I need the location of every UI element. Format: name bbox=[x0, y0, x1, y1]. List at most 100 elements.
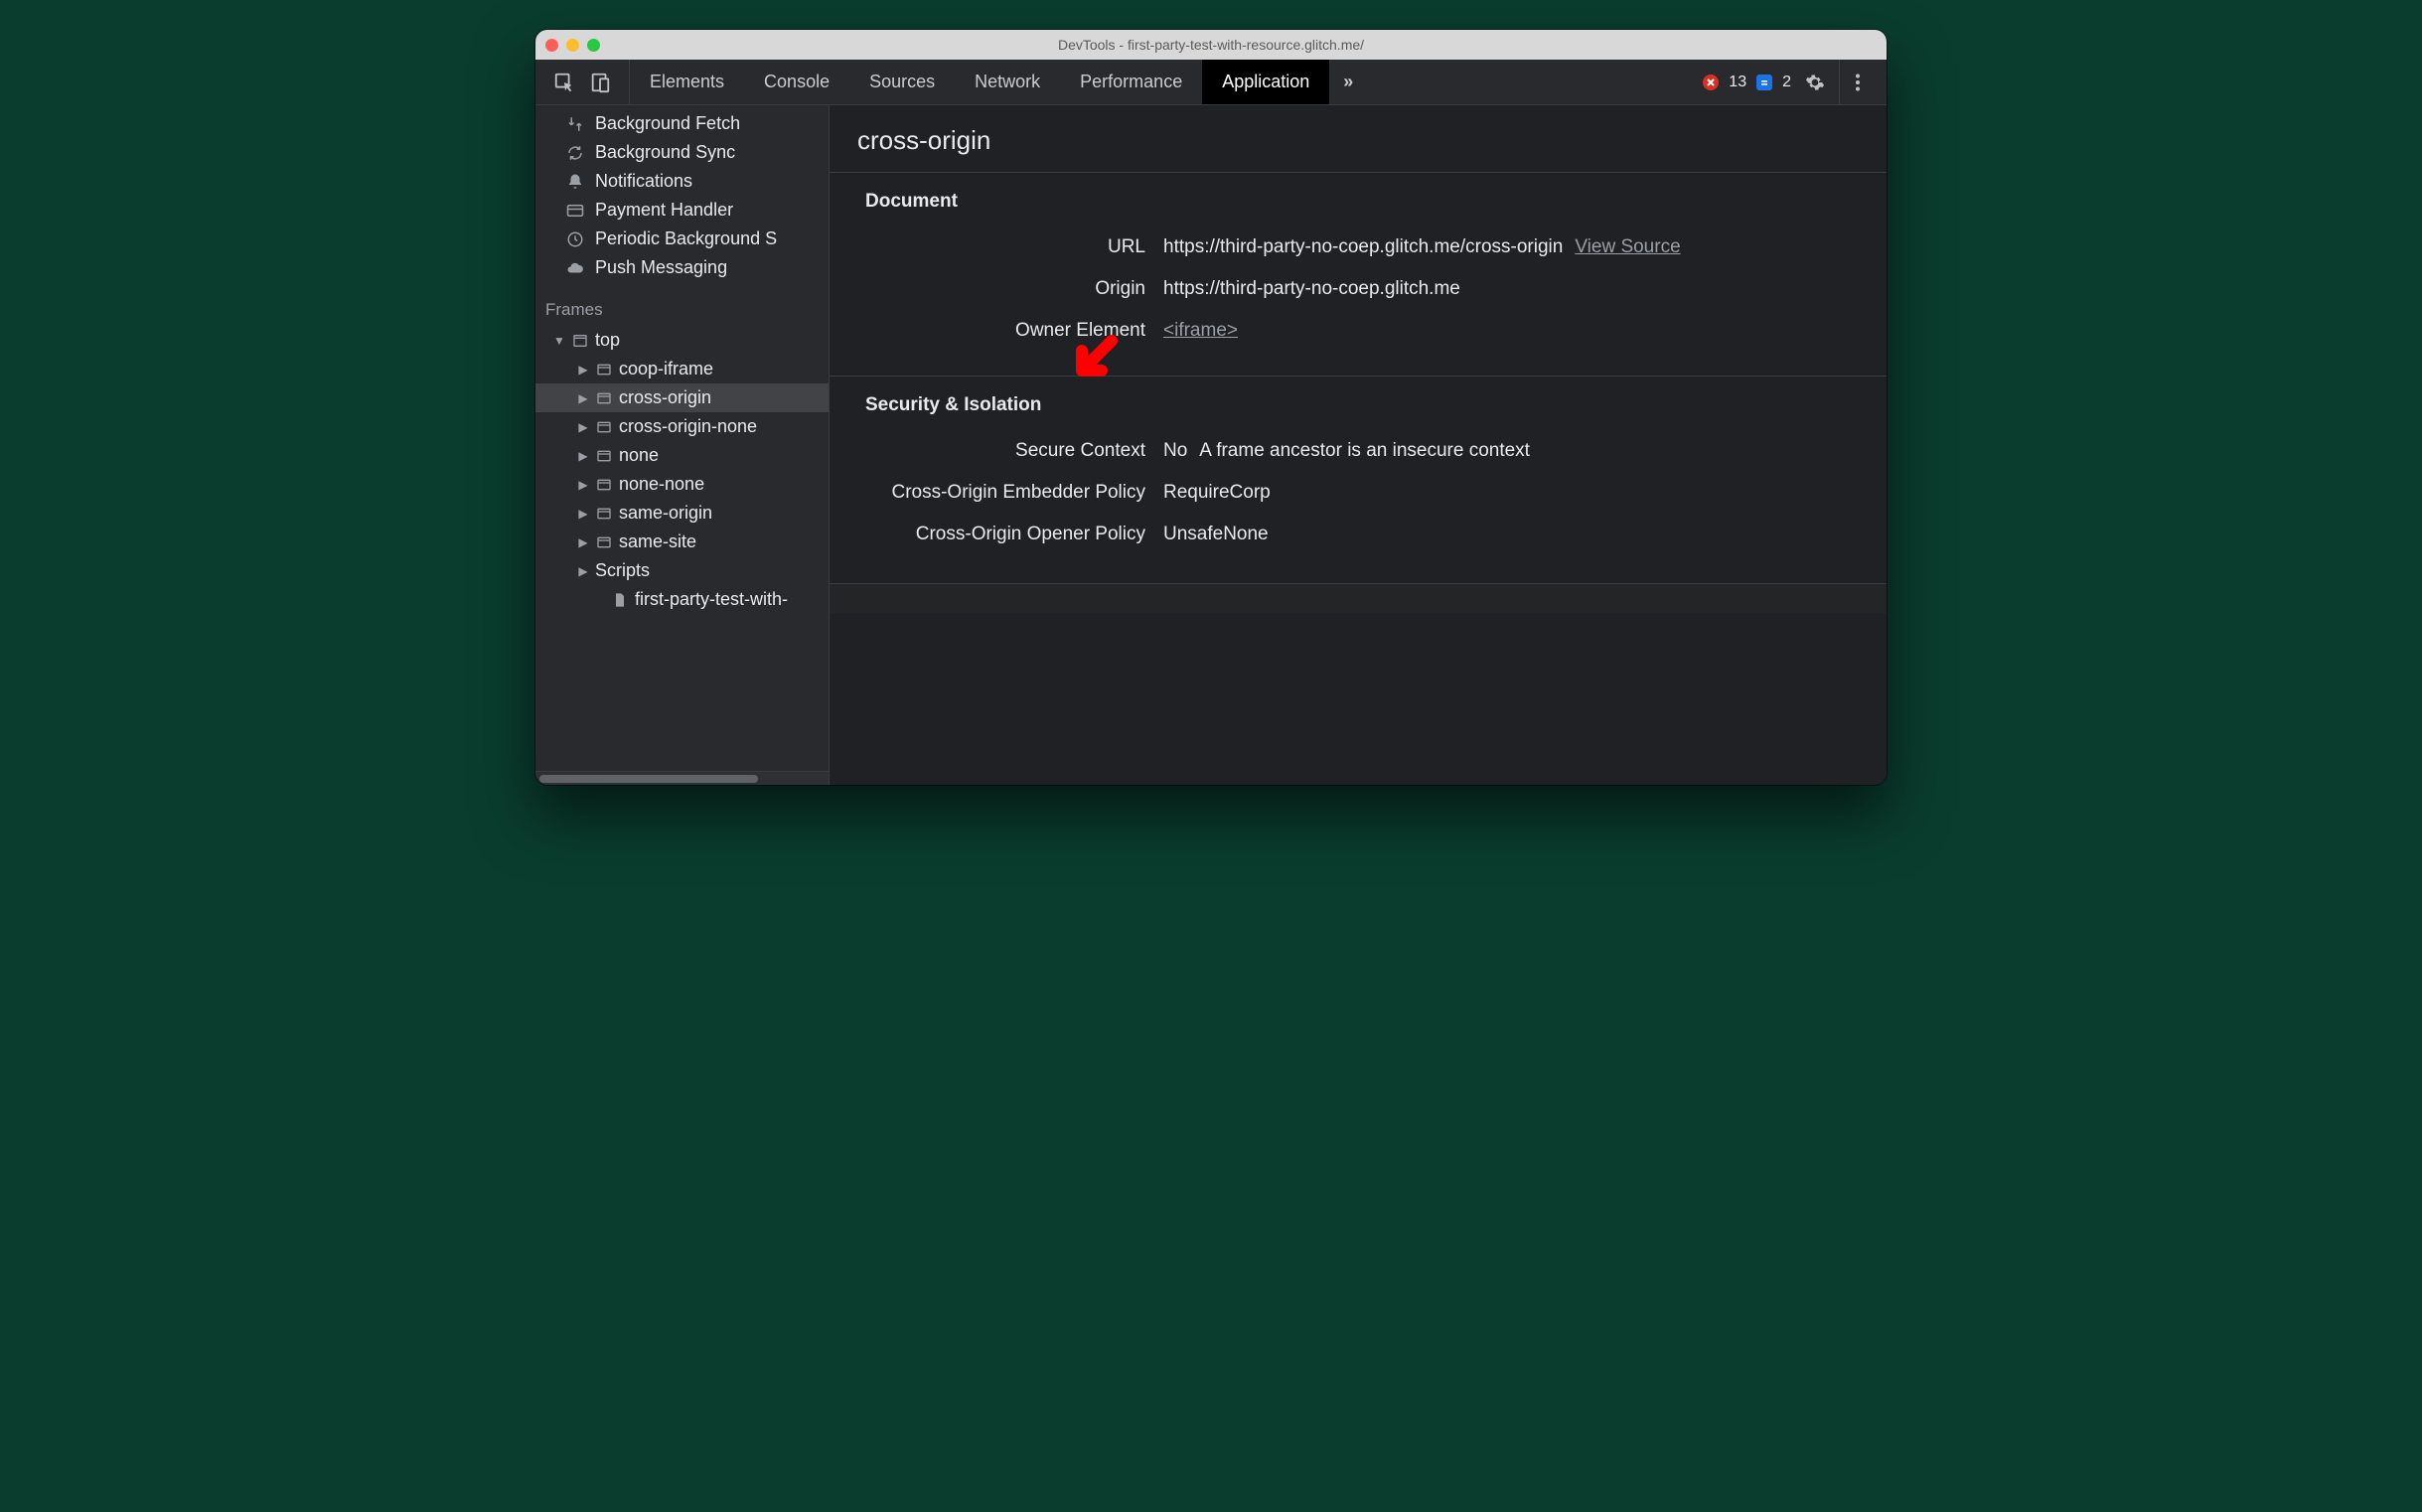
frame-node-same-site[interactable]: ▶ same-site bbox=[535, 528, 829, 556]
bell-icon bbox=[565, 172, 585, 192]
script-file-node[interactable]: first-party-test-with- bbox=[535, 585, 829, 614]
tab-sources[interactable]: Sources bbox=[849, 60, 955, 104]
chevron-right-icon: ▶ bbox=[577, 420, 589, 434]
sidebar-item-payment-handler[interactable]: Payment Handler bbox=[535, 196, 829, 225]
frame-node-label: same-origin bbox=[619, 503, 712, 524]
tab-elements[interactable]: Elements bbox=[630, 60, 744, 104]
frame-node-label: same-site bbox=[619, 531, 696, 552]
frame-detail-pane: cross-origin Document URL https://third-… bbox=[830, 105, 1887, 785]
origin-value: https://third-party-no-coep.glitch.me bbox=[1163, 278, 1460, 300]
frame-node-cross-origin-none[interactable]: ▶ cross-origin-none bbox=[535, 412, 829, 441]
frame-node-cross-origin[interactable]: ▶ cross-origin bbox=[535, 383, 829, 412]
panel-tabs: Elements Console Sources Network Perform… bbox=[630, 60, 1329, 104]
document-heading: Document bbox=[865, 191, 1859, 213]
frame-node-label: first-party-test-with- bbox=[635, 589, 788, 610]
chevron-right-icon: ▶ bbox=[577, 449, 589, 463]
frame-node-label: cross-origin-none bbox=[619, 416, 757, 437]
tab-console[interactable]: Console bbox=[744, 60, 849, 104]
devtools-window: DevTools - first-party-test-with-resourc… bbox=[535, 30, 1887, 785]
frame-node-top[interactable]: ▼ top bbox=[535, 326, 829, 355]
file-icon bbox=[611, 591, 629, 609]
owner-element-label: Owner Element bbox=[865, 320, 1163, 342]
frame-icon bbox=[595, 389, 613, 407]
devtools-tabstrip: Elements Console Sources Network Perform… bbox=[535, 60, 1887, 105]
chevron-right-icon: ▶ bbox=[577, 391, 589, 405]
zoom-window-button[interactable] bbox=[587, 39, 600, 52]
frame-node-label: none-none bbox=[619, 474, 704, 495]
tab-application[interactable]: Application bbox=[1202, 60, 1329, 104]
inspect-element-icon[interactable] bbox=[553, 72, 575, 93]
tab-network[interactable]: Network bbox=[955, 60, 1060, 104]
coep-label: Cross-Origin Embedder Policy bbox=[865, 482, 1163, 504]
tabs-overflow-button[interactable]: » bbox=[1329, 72, 1367, 92]
frame-icon bbox=[595, 418, 613, 436]
frame-icon bbox=[595, 505, 613, 523]
tab-performance[interactable]: Performance bbox=[1060, 60, 1202, 104]
sidebar-item-background-sync[interactable]: Background Sync bbox=[535, 138, 829, 167]
error-badge-icon[interactable] bbox=[1703, 75, 1719, 90]
bottom-drawer-bar[interactable] bbox=[830, 583, 1887, 613]
owner-element-link[interactable]: <iframe> bbox=[1163, 320, 1238, 342]
minimize-window-button[interactable] bbox=[566, 39, 579, 52]
cloud-icon bbox=[565, 258, 585, 278]
document-section: Document URL https://third-party-no-coep… bbox=[830, 173, 1887, 377]
security-heading: Security & Isolation bbox=[865, 394, 1859, 416]
frame-icon bbox=[595, 533, 613, 551]
more-options-button[interactable] bbox=[1839, 60, 1875, 104]
device-toolbar-icon[interactable] bbox=[589, 72, 611, 93]
coop-value: UnsafeNone bbox=[1163, 524, 1269, 545]
sidebar-item-background-fetch[interactable]: Background Fetch bbox=[535, 109, 829, 138]
settings-button[interactable] bbox=[1801, 69, 1829, 96]
error-count: 13 bbox=[1729, 74, 1746, 91]
frame-node-none[interactable]: ▶ none bbox=[535, 441, 829, 470]
coep-value: RequireCorp bbox=[1163, 482, 1271, 504]
url-label: URL bbox=[865, 236, 1163, 258]
frame-icon bbox=[595, 447, 613, 465]
frame-node-label: coop-iframe bbox=[619, 359, 713, 379]
sidebar-item-label: Notifications bbox=[595, 171, 692, 192]
chevron-right-icon: ▶ bbox=[577, 564, 589, 578]
frames-section-header: Frames bbox=[535, 282, 829, 326]
scrollbar-thumb[interactable] bbox=[539, 775, 758, 783]
security-isolation-section: Security & Isolation Secure Context No A… bbox=[830, 377, 1887, 579]
secure-context-row: Secure Context No A frame ancestor is an… bbox=[865, 430, 1859, 472]
chevron-right-icon: ▶ bbox=[577, 478, 589, 492]
url-row: URL https://third-party-no-coep.glitch.m… bbox=[865, 227, 1859, 268]
secure-context-note: A frame ancestor is an insecure context bbox=[1199, 440, 1530, 462]
frame-node-same-origin[interactable]: ▶ same-origin bbox=[535, 499, 829, 528]
sidebar-horizontal-scrollbar[interactable] bbox=[535, 771, 829, 785]
sidebar-item-periodic-background-sync[interactable]: Periodic Background S bbox=[535, 225, 829, 253]
frame-node-none-none[interactable]: ▶ none-none bbox=[535, 470, 829, 499]
frame-node-label: cross-origin bbox=[619, 387, 711, 408]
window-titlebar: DevTools - first-party-test-with-resourc… bbox=[535, 30, 1887, 60]
chevron-double-right-icon: » bbox=[1343, 72, 1353, 92]
view-source-link[interactable]: View Source bbox=[1575, 236, 1680, 258]
application-sidebar: Background Fetch Background Sync Notific… bbox=[535, 105, 830, 785]
close-window-button[interactable] bbox=[545, 39, 558, 52]
sidebar-item-label: Periodic Background S bbox=[595, 228, 777, 249]
clock-icon bbox=[565, 229, 585, 249]
window-icon bbox=[571, 332, 589, 350]
chevron-right-icon: ▶ bbox=[577, 535, 589, 549]
traffic-lights bbox=[545, 39, 600, 52]
frames-tree: ▼ top ▶ coop-iframe ▶ bbox=[535, 326, 829, 614]
info-badge-icon[interactable] bbox=[1756, 75, 1772, 90]
coep-row: Cross-Origin Embedder Policy RequireCorp bbox=[865, 472, 1859, 514]
background-services-list: Background Fetch Background Sync Notific… bbox=[535, 105, 829, 282]
secure-context-label: Secure Context bbox=[865, 440, 1163, 462]
frame-node-label: none bbox=[619, 445, 659, 466]
frame-node-scripts[interactable]: ▶ Scripts bbox=[535, 556, 829, 585]
info-count: 2 bbox=[1782, 74, 1791, 91]
frame-node-coop-iframe[interactable]: ▶ coop-iframe bbox=[535, 355, 829, 383]
frame-detail-title: cross-origin bbox=[830, 105, 1887, 173]
swap-icon bbox=[565, 114, 585, 134]
chevron-right-icon: ▶ bbox=[577, 363, 589, 377]
sync-icon bbox=[565, 143, 585, 163]
url-value: https://third-party-no-coep.glitch.me/cr… bbox=[1163, 236, 1563, 258]
window-title: DevTools - first-party-test-with-resourc… bbox=[535, 37, 1887, 53]
sidebar-item-push-messaging[interactable]: Push Messaging bbox=[535, 253, 829, 282]
sidebar-item-notifications[interactable]: Notifications bbox=[535, 167, 829, 196]
owner-element-row: Owner Element <iframe> bbox=[865, 310, 1859, 352]
frame-icon bbox=[595, 361, 613, 378]
frame-icon bbox=[595, 476, 613, 494]
